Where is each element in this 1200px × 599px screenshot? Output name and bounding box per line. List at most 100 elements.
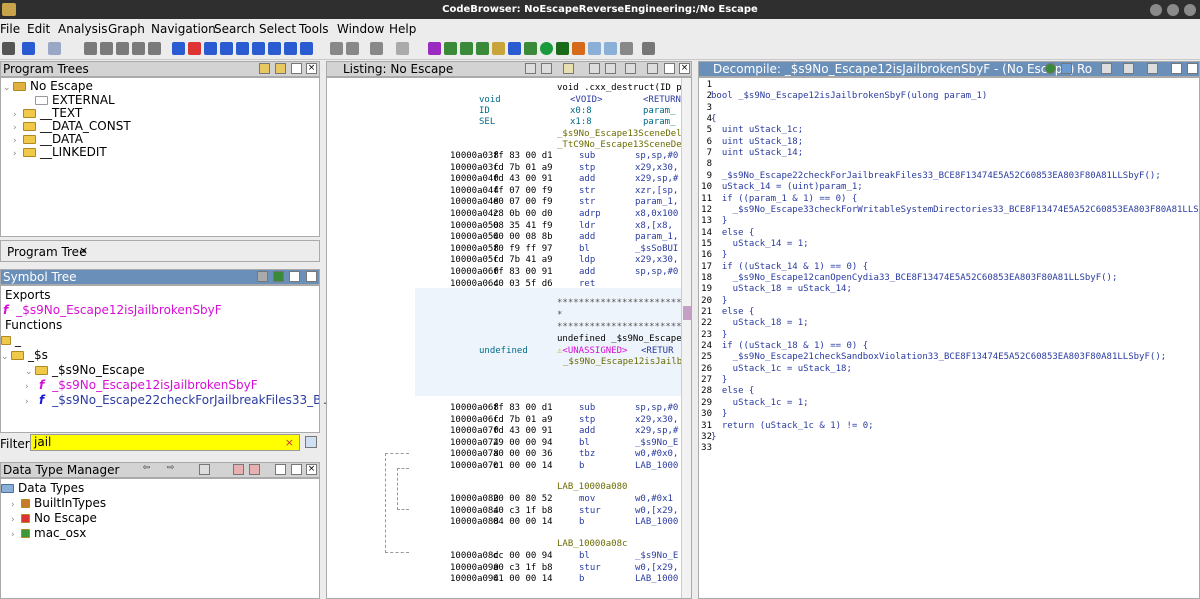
nav-label-icon[interactable]: [132, 42, 145, 55]
menu-tools[interactable]: Tools: [299, 22, 329, 36]
symbol-item-isjailbroken[interactable]: › f _$s9No_Escape12isJailbrokenSbyF: [25, 378, 258, 392]
back-icon[interactable]: ⇦: [141, 464, 152, 475]
menu-icon[interactable]: [1171, 63, 1182, 74]
download-icon[interactable]: [172, 42, 185, 55]
nav-function-icon[interactable]: [148, 42, 161, 55]
decompile-line[interactable]: }: [711, 296, 727, 306]
close-icon[interactable]: ×: [306, 271, 317, 282]
filter-options-icon[interactable]: [305, 436, 317, 448]
stop-icon[interactable]: [188, 42, 201, 55]
close-icon[interactable]: ×: [306, 63, 317, 74]
graph-icon[interactable]: [1061, 63, 1072, 74]
nav-data-icon[interactable]: [84, 42, 97, 55]
decompile-line[interactable]: _$s9No_Escape21checkSandboxViolation33_B…: [711, 352, 1166, 362]
tree-item-data-const[interactable]: › __DATA_CONST: [13, 119, 131, 133]
data-icon[interactable]: [220, 42, 233, 55]
s9-node[interactable]: ⌄ _$s9No_Escape: [25, 363, 145, 377]
decompile-line[interactable]: if ((param_1 & 1) == 0) {: [711, 194, 857, 204]
disassemble-icon[interactable]: [204, 42, 217, 55]
function-icon[interactable]: [268, 42, 281, 55]
script-icon[interactable]: [556, 42, 569, 55]
close-icon[interactable]: ×: [306, 464, 317, 475]
function-graph-icon[interactable]: [508, 42, 521, 55]
tree-item-external[interactable]: EXTERNAL: [25, 93, 115, 107]
tree-icon[interactable]: [524, 42, 537, 55]
undo-icon[interactable]: [370, 42, 383, 55]
builtin-types-item[interactable]: › BuiltInTypes: [11, 496, 106, 510]
decompile-line[interactable]: uint uStack_14;: [711, 148, 803, 158]
close-icon[interactable]: ×: [679, 63, 690, 74]
s-node[interactable]: ⌄ _$s: [1, 348, 48, 362]
minimize-icon[interactable]: [1150, 4, 1162, 16]
filter-input[interactable]: jail ×: [30, 434, 300, 451]
filter-pointers-icon[interactable]: [249, 464, 260, 475]
diff-icon[interactable]: [605, 63, 616, 74]
mac-osx-item[interactable]: › mac_osx: [11, 526, 86, 540]
decompile-line[interactable]: {: [711, 114, 716, 124]
snapshot-icon[interactable]: [1147, 63, 1158, 74]
decompile-line[interactable]: }: [711, 432, 716, 442]
window-icon[interactable]: [275, 464, 286, 475]
decompile-line[interactable]: [711, 159, 722, 169]
tab-close-icon[interactable]: ×: [79, 244, 88, 257]
decompile-line[interactable]: }: [711, 250, 727, 260]
forward-icon[interactable]: [48, 42, 61, 55]
export-icon[interactable]: [1123, 63, 1134, 74]
cut-icon[interactable]: [330, 42, 343, 55]
symbol-item-checkforjailbreakfiles[interactable]: › f _$s9No_Escape22checkForJailbreakFiles3…: [25, 393, 319, 407]
symbol-filter-icon[interactable]: [257, 271, 268, 282]
nav-instruction-icon[interactable]: [100, 42, 113, 55]
no-escape-types-item[interactable]: › No Escape: [11, 511, 97, 525]
copy-icon[interactable]: [1101, 63, 1112, 74]
copy-icon[interactable]: [525, 63, 536, 74]
menu-edit[interactable]: Edit: [27, 22, 50, 36]
tree-item-data[interactable]: › __DATA: [13, 132, 83, 146]
paste-icon[interactable]: [541, 63, 552, 74]
listing-scrollbar[interactable]: [681, 78, 691, 598]
variable-icon[interactable]: [284, 42, 297, 55]
decompile-line[interactable]: uStack_18 = 1;: [711, 318, 809, 328]
snapshot-icon[interactable]: [625, 63, 636, 74]
decompile-line[interactable]: uStack_1c = 1;: [711, 398, 809, 408]
decompile-line[interactable]: }: [711, 330, 727, 340]
maximize-icon[interactable]: [1167, 4, 1179, 16]
table-icon[interactable]: [460, 42, 473, 55]
strings-icon[interactable]: [604, 42, 617, 55]
decompile-line[interactable]: _$s9No_Escape12canOpenCydia33_BCE8F13474…: [711, 273, 1118, 283]
decompile-line[interactable]: uStack_14 = (uint)param_1;: [711, 182, 863, 192]
decompile-line[interactable]: bool _$s9No_Escape12isJailbrokenSbyF(ulo…: [711, 91, 987, 101]
data-types-root[interactable]: Data Types: [1, 481, 84, 495]
menu-window[interactable]: Window: [337, 22, 384, 36]
underscore-node[interactable]: _: [1, 333, 21, 347]
decompile-line[interactable]: else {: [711, 386, 755, 396]
navigate-icon[interactable]: [273, 271, 284, 282]
folder-icon[interactable]: [492, 42, 505, 55]
tree-root[interactable]: ⌄ No Escape: [3, 79, 93, 93]
menu-file[interactable]: File: [0, 22, 20, 36]
decompile-line[interactable]: }: [711, 216, 727, 226]
decompile-line[interactable]: return (uStack_1c & 1) != 0;: [711, 421, 874, 431]
menu-icon[interactable]: [291, 63, 302, 74]
nav-undefined-icon[interactable]: [116, 42, 129, 55]
run-icon[interactable]: [540, 42, 553, 55]
decompile-line[interactable]: if ((uStack_18 & 1) == 0) {: [711, 341, 868, 351]
functions-node[interactable]: Functions: [5, 318, 62, 332]
filter-clear-icon[interactable]: ×: [285, 435, 294, 450]
expand-icon[interactable]: [199, 464, 210, 475]
save-icon[interactable]: [2, 42, 15, 55]
tree-item-text[interactable]: › __TEXT: [13, 106, 82, 120]
check-icon[interactable]: [428, 42, 441, 55]
decompile-line[interactable]: uint uStack_1c;: [711, 125, 803, 135]
back-icon[interactable]: [22, 42, 35, 55]
menu-navigation[interactable]: Navigation: [151, 22, 216, 36]
bytes-icon[interactable]: [588, 42, 601, 55]
tab-program-tree[interactable]: Program Tree: [7, 245, 86, 259]
settings-icon[interactable]: [620, 42, 633, 55]
decompile-line[interactable]: }: [711, 375, 727, 385]
diff-icon[interactable]: [572, 42, 585, 55]
cursor-icon[interactable]: [563, 63, 574, 74]
ro-label[interactable]: Ro: [1077, 62, 1092, 76]
copy-icon[interactable]: [346, 42, 359, 55]
layout-icon[interactable]: [647, 63, 658, 74]
decompile-line[interactable]: uStack_1c = uStack_18;: [711, 364, 852, 374]
